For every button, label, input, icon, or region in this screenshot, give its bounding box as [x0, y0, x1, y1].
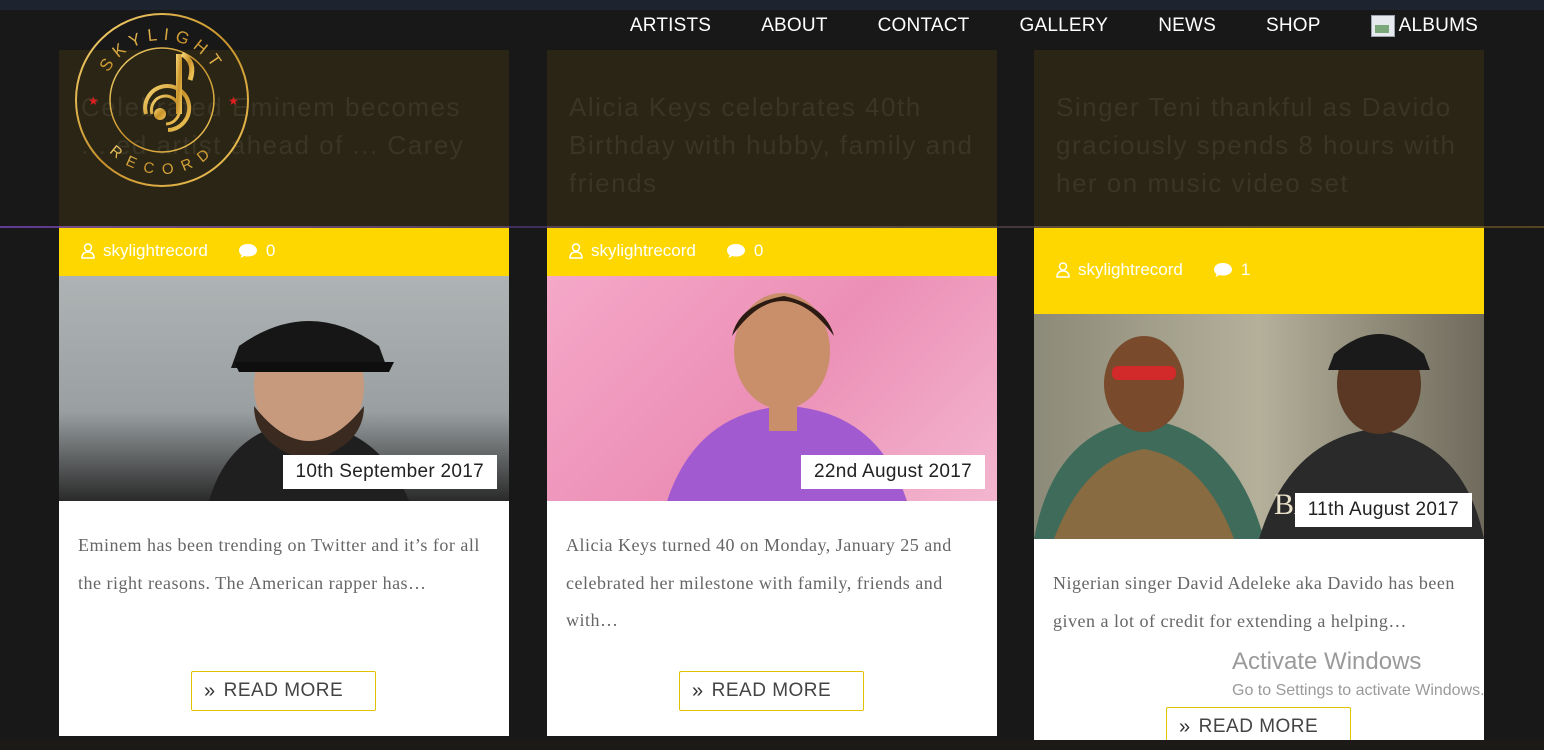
post-author-name: skylightrecord — [591, 241, 696, 260]
post-author[interactable]: skylightrecord — [1056, 260, 1183, 280]
post-excerpt: Eminem has been trending on Twitter and … — [78, 535, 480, 593]
nav-albums[interactable]: ALBUMS — [1399, 14, 1478, 38]
read-more-label: READ MORE — [711, 680, 832, 701]
post-body: Alicia Keys turned 40 on Monday, January… — [547, 501, 997, 736]
bottom-strip — [0, 740, 1544, 750]
double-chevron-right-icon: » — [692, 679, 704, 702]
user-icon — [81, 243, 95, 259]
post-comment-count: 1 — [1240, 260, 1251, 279]
post-card-alicia-keys: Alicia Keys celebrates 40th Birthday wit… — [547, 50, 997, 736]
activate-windows-watermark: Activate Windows Go to Settings to activ… — [1232, 648, 1485, 700]
nav-about[interactable]: ABOUT — [761, 14, 827, 38]
read-more-button[interactable]: » READ MORE — [191, 671, 376, 711]
svg-text:★: ★ — [88, 94, 99, 108]
read-more-label: READ MORE — [223, 680, 344, 701]
nav-gallery[interactable]: GALLERY — [1019, 14, 1108, 38]
user-icon — [1056, 262, 1070, 278]
watermark-title: Activate Windows — [1232, 648, 1422, 675]
svg-text:★: ★ — [228, 94, 239, 108]
post-body: Eminem has been trending on Twitter and … — [59, 501, 509, 736]
post-title[interactable]: Singer Teni thankful as Davido graciousl… — [1056, 88, 1464, 202]
user-icon — [569, 243, 583, 259]
top-strip — [0, 0, 1544, 10]
double-chevron-right-icon: » — [204, 679, 216, 702]
post-meta: skylightrecord 1 — [1034, 226, 1484, 314]
comment-icon — [1213, 263, 1232, 277]
post-date: 10th September 2017 — [282, 455, 497, 489]
divider-line — [0, 226, 1544, 228]
watermark-subtitle: Go to Settings to activate Windows. — [1232, 682, 1485, 699]
nav-news[interactable]: NEWS — [1158, 14, 1216, 38]
svg-text:SKYLIGHT: SKYLIGHT — [96, 25, 229, 75]
post-meta: skylightrecord 0 — [59, 226, 509, 276]
post-card-teni-davido: Singer Teni thankful as Davido graciousl… — [1034, 50, 1484, 749]
post-comment-count: 0 — [265, 241, 276, 260]
logo-text-top: SKYLIGHT — [96, 25, 223, 75]
post-author-name: skylightrecord — [1078, 260, 1183, 279]
post-date: 11th August 2017 — [1294, 493, 1472, 527]
post-meta: skylightrecord 0 — [547, 226, 997, 276]
post-title[interactable]: Alicia Keys celebrates 40th Birthday wit… — [569, 88, 977, 202]
svg-text:RECORD: RECORD — [106, 142, 217, 178]
post-author[interactable]: skylightrecord — [569, 241, 696, 261]
post-comment-count: 0 — [753, 241, 764, 260]
post-header: Alicia Keys celebrates 40th Birthday wit… — [547, 50, 997, 226]
post-comments[interactable]: 1 — [1213, 260, 1250, 280]
post-image-teni-davido[interactable]: BARBERS 11th August 2017 — [1034, 314, 1484, 539]
read-more-button[interactable]: » READ MORE — [679, 671, 864, 711]
post-excerpt: Alicia Keys turned 40 on Monday, January… — [566, 535, 952, 630]
double-chevron-right-icon: » — [1179, 715, 1191, 738]
main-nav: ARTISTS ABOUT CONTACT GALLERY NEWS SHOP … — [630, 14, 1478, 38]
post-author[interactable]: skylightrecord — [81, 241, 208, 261]
post-comments[interactable]: 0 — [726, 241, 763, 261]
post-image-alicia-keys[interactable]: 22nd August 2017 — [547, 276, 997, 501]
post-date: 22nd August 2017 — [801, 455, 985, 489]
broken-image-icon — [1370, 15, 1395, 37]
read-more-label: READ MORE — [1198, 716, 1319, 737]
post-image-eminem[interactable]: 10th September 2017 — [59, 276, 509, 501]
nav-artists[interactable]: ARTISTS — [630, 14, 711, 38]
post-body: Nigerian singer David Adeleke aka Davido… — [1034, 539, 1484, 749]
post-header: Singer Teni thankful as Davido graciousl… — [1034, 50, 1484, 226]
post-author-name: skylightrecord — [103, 241, 208, 260]
nav-shop[interactable]: SHOP — [1266, 14, 1321, 38]
post-comments[interactable]: 0 — [238, 241, 275, 261]
skylight-record-logo[interactable]: SKYLIGHT RECORD ★ ★ — [72, 10, 252, 190]
comment-icon — [726, 244, 745, 258]
comment-icon — [238, 244, 257, 258]
logo-text-bottom: RECORD — [106, 142, 211, 178]
nav-contact[interactable]: CONTACT — [878, 14, 970, 38]
